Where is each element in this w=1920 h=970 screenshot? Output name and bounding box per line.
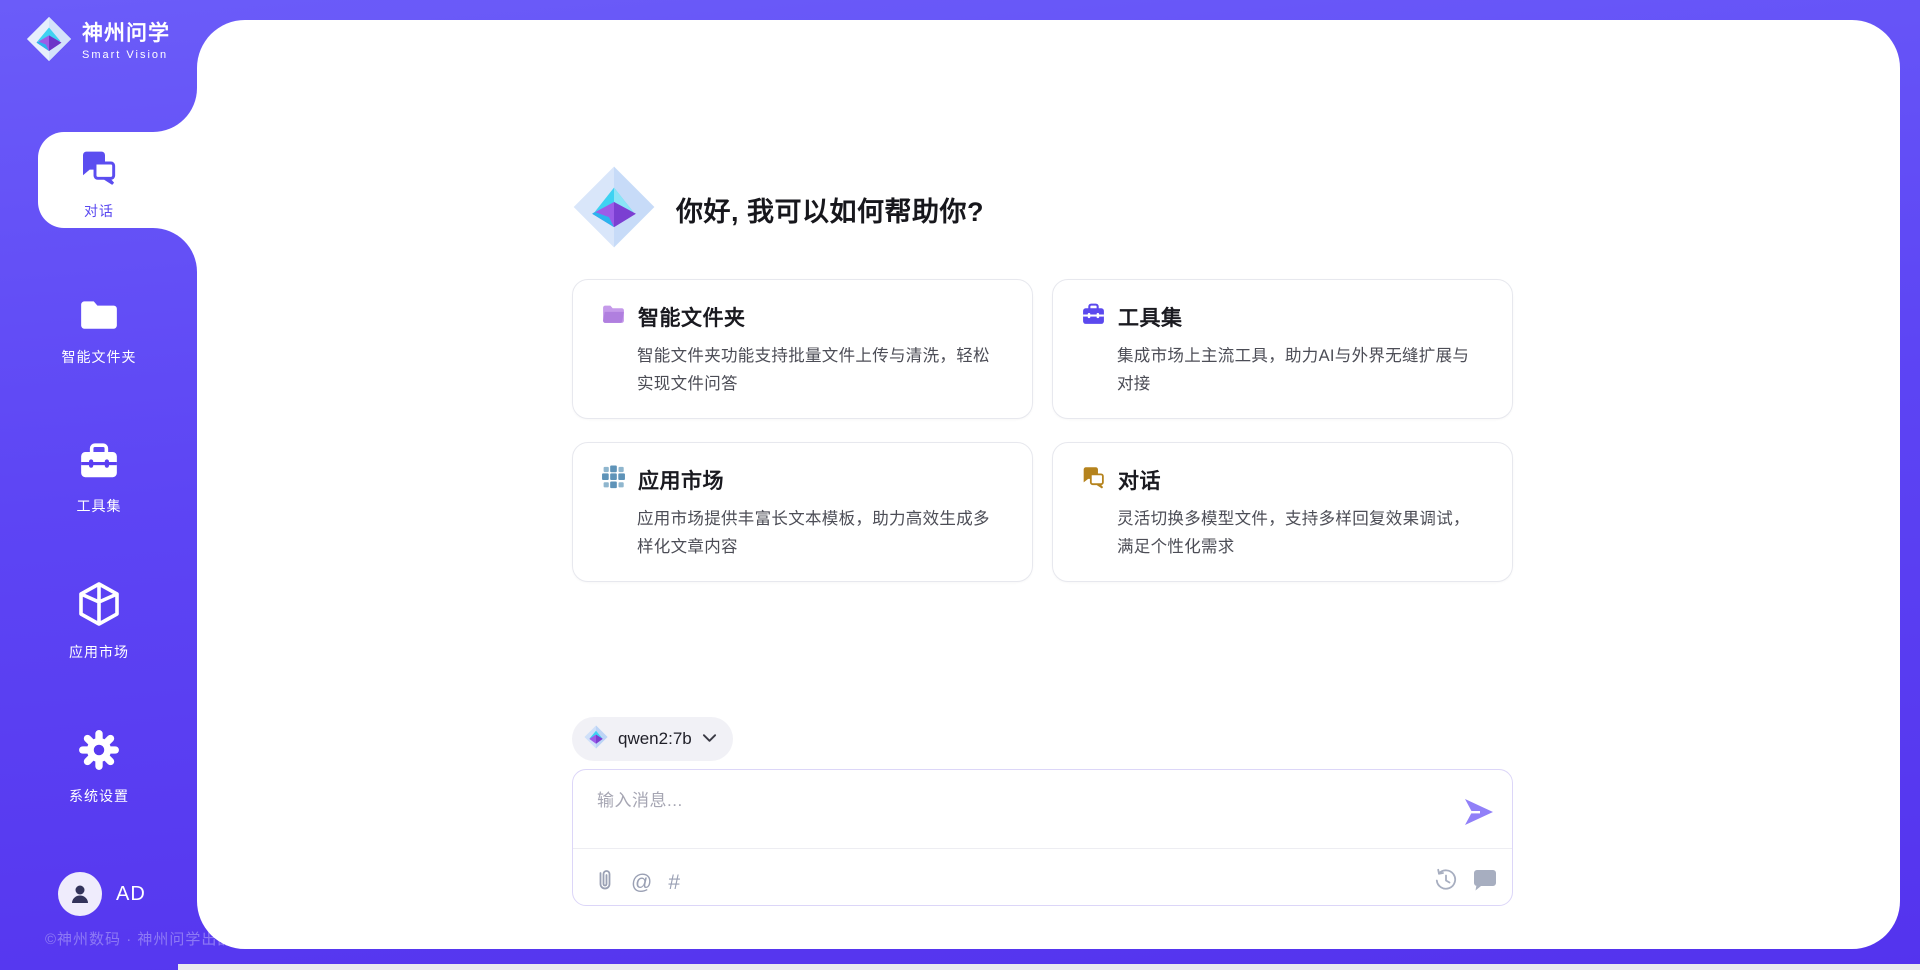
card-smart-folder[interactable]: 智能文件夹 智能文件夹功能支持批量文件上传与清洗，轻松实现文件问答 [572,279,1033,419]
model-selector[interactable]: qwen2:7b [572,717,733,761]
card-description: 智能文件夹功能支持批量文件上传与清洗，轻松实现文件问答 [637,342,1004,398]
avatar [58,872,102,916]
history-icon[interactable] [1434,868,1458,897]
card-description: 应用市场提供丰富长文本模板，助力高效生成多样化文章内容 [637,505,1004,561]
hashtag-icon[interactable]: # [668,870,680,896]
sidebar-item-settings[interactable]: 系统设置 [0,729,198,806]
chat-bubble-icon[interactable] [1472,868,1498,897]
gear-icon [78,729,120,776]
main-panel: 你好, 我可以如何帮助你? 智能文件夹 智能文件夹功能支持批量文件上传与清洗，轻… [197,20,1900,949]
brand-subtitle: Smart Vision [82,49,170,61]
feature-cards: 智能文件夹 智能文件夹功能支持批量文件上传与清洗，轻松实现文件问答 [572,279,1513,582]
bottom-edge-strip [178,964,1920,970]
sidebar-item-label: 应用市场 [69,642,129,662]
copyright-footer: ©神州数码 · 神州问学出品 [45,928,233,949]
sidebar-item-toolset[interactable]: 工具集 [0,443,198,516]
card-title: 应用市场 [638,465,724,495]
message-input[interactable] [595,784,1439,842]
paperclip-icon[interactable] [595,868,615,897]
brand-name: 神州问学 [82,22,170,45]
brand-diamond-logo [26,16,72,67]
composer-divider [573,848,1512,849]
sidebar-item-label: 对话 [84,201,114,221]
composer-toolbar-right [1434,868,1498,897]
card-description: 灵活切换多模型文件，支持多样回复效果调试，满足个性化需求 [1117,505,1484,561]
folder-icon [78,296,120,337]
brand-diamond-logo [572,165,656,254]
chevron-down-icon [702,730,717,748]
mention-icon[interactable]: @ [631,870,652,896]
card-toolset[interactable]: 工具集 集成市场上主流工具，助力AI与外界无缝扩展与对接 [1052,279,1513,419]
greeting-block: 你好, 我可以如何帮助你? [572,165,984,254]
chat-icon [79,148,119,191]
sidebar-item-label: 工具集 [77,496,122,516]
cube-icon [77,581,121,632]
toolbox-card-icon [1081,302,1106,332]
sidebar-item-label: 系统设置 [69,786,129,806]
composer-toolbar-left: @ # [595,868,680,897]
send-icon[interactable] [1462,796,1496,828]
card-chat[interactable]: 对话 灵活切换多模型文件，支持多样回复效果调试，满足个性化需求 [1052,442,1513,582]
sidebar-item-label: 智能文件夹 [62,347,137,367]
main-content: 你好, 我可以如何帮助你? 智能文件夹 智能文件夹功能支持批量文件上传与清洗，轻… [572,20,1513,949]
greeting-text: 你好, 我可以如何帮助你? [676,190,984,229]
card-app-market[interactable]: 应用市场 应用市场提供丰富长文本模板，助力高效生成多样化文章内容 [572,442,1033,582]
sidebar-item-app-market[interactable]: 应用市场 [0,581,198,662]
sidebar: 神州问学 Smart Vision 对话 智能文件夹 [0,0,198,970]
sidebar-item-smart-folder[interactable]: 智能文件夹 [0,296,198,367]
grid-card-icon [601,465,626,495]
chat-card-icon [1081,465,1106,495]
card-title: 智能文件夹 [638,302,746,332]
sidebar-item-chat[interactable]: 对话 [0,148,198,221]
toolbox-icon [78,443,120,486]
brand: 神州问学 Smart Vision [26,16,170,67]
folder-card-icon [601,302,626,332]
message-composer: @ # [572,769,1513,906]
card-description: 集成市场上主流工具，助力AI与外界无缝扩展与对接 [1117,342,1484,398]
model-name: qwen2:7b [618,729,692,749]
card-title: 工具集 [1118,302,1183,332]
card-title: 对话 [1118,465,1161,495]
user-name: AD [116,883,146,906]
user-profile[interactable]: AD [58,872,146,916]
model-diamond-logo [584,725,608,754]
